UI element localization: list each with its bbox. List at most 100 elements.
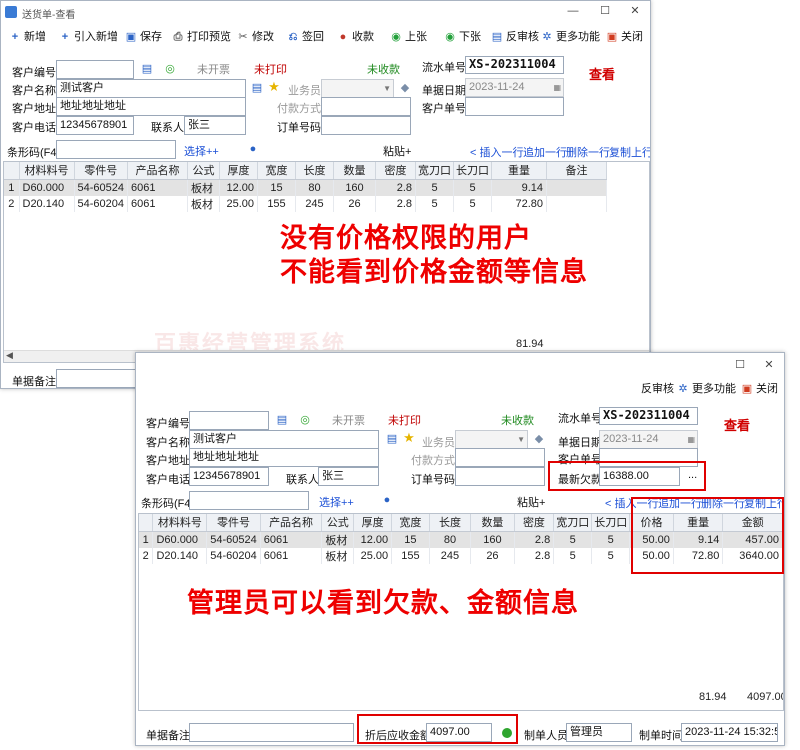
customer-doc-input[interactable] <box>465 97 564 116</box>
table-cell[interactable]: 54-60204 <box>206 547 261 564</box>
table-cell[interactable]: 80 <box>429 531 472 548</box>
sign-back-button[interactable]: ⎌ 签回 <box>287 28 324 46</box>
select-link[interactable]: 选择++ <box>319 494 354 510</box>
table-cell[interactable]: 6061 <box>260 531 323 548</box>
order-no-input[interactable] <box>321 116 411 135</box>
table-cell[interactable]: 9.14 <box>491 179 547 196</box>
table-cell[interactable]: 5 <box>415 179 454 196</box>
copy-up-link[interactable]: 复制上行 <box>609 144 650 160</box>
collect-button[interactable]: ● 收款 <box>337 28 374 46</box>
table-cell[interactable]: 6061 <box>260 547 323 564</box>
table-cell[interactable]: 15 <box>257 179 296 196</box>
doc-date-input[interactable]: 2023-11-24 ▦ <box>599 430 698 449</box>
next-button[interactable]: ◉ 下张 <box>444 28 481 46</box>
column-header[interactable]: 宽刀口 <box>415 162 454 180</box>
salesman-select[interactable]: ▼ <box>455 430 528 449</box>
prev-button[interactable]: ◉ 上张 <box>390 28 427 46</box>
globe-icon[interactable]: ● <box>246 142 260 156</box>
column-header[interactable]: 重量 <box>491 162 547 180</box>
column-header[interactable]: 零件号 <box>74 162 128 180</box>
search-icon[interactable]: ▤ <box>385 432 399 446</box>
table-cell[interactable]: D60.000 <box>152 531 208 548</box>
globe-icon[interactable]: ● <box>380 493 394 507</box>
column-header[interactable]: 宽刀口 <box>553 514 593 532</box>
table-cell[interactable]: 12.00 <box>219 179 258 196</box>
table-cell[interactable]: 26 <box>470 547 515 564</box>
eraser-icon[interactable]: ◆ <box>398 81 412 95</box>
scroll-left-icon[interactable]: ◀ <box>6 350 13 361</box>
table-cell[interactable]: 6061 <box>127 195 188 212</box>
order-no-input[interactable] <box>455 467 545 486</box>
paste-link[interactable]: 粘贴+ <box>517 494 545 510</box>
table-cell[interactable]: 5 <box>591 531 631 548</box>
table-cell[interactable]: 5 <box>453 195 492 212</box>
search-icon[interactable]: ▤ <box>275 413 289 427</box>
table-cell[interactable]: 54-60524 <box>206 531 261 548</box>
table-cell[interactable]: 15 <box>391 531 430 548</box>
table-cell[interactable]: 5 <box>453 179 492 196</box>
unapprove-button[interactable]: ▤ 反审核 <box>491 28 539 46</box>
print-preview-button[interactable]: ⎙ 打印预览 <box>172 28 231 46</box>
star-icon[interactable]: ★ <box>402 431 416 445</box>
column-header[interactable]: 产品名称 <box>260 514 323 532</box>
table-cell[interactable]: 2.8 <box>514 547 555 564</box>
column-header[interactable]: 长度 <box>295 162 334 180</box>
table-cell[interactable]: 板材 <box>187 195 220 212</box>
close-button[interactable]: ▣ 关闭 <box>606 28 643 46</box>
table-cell[interactable]: 25.00 <box>219 195 258 212</box>
table-cell[interactable]: 160 <box>470 531 515 548</box>
paste-link[interactable]: 粘贴+ <box>383 143 411 159</box>
salesman-select[interactable]: ▼ <box>321 79 394 98</box>
close-button[interactable]: ▣ 关闭 <box>741 380 778 398</box>
insert-row-link[interactable]: < 插入一行 <box>470 144 523 160</box>
column-header[interactable]: 材料料号 <box>152 514 208 532</box>
column-header[interactable]: 宽度 <box>391 514 430 532</box>
column-header[interactable]: 零件号 <box>206 514 261 532</box>
table-cell[interactable]: D20.140 <box>152 547 208 564</box>
refresh-icon[interactable]: ◎ <box>298 413 312 427</box>
table-cell[interactable]: 2.8 <box>375 195 416 212</box>
contact-input[interactable]: 张三 <box>184 116 246 135</box>
table-cell[interactable]: 板材 <box>187 179 220 196</box>
barcode-input[interactable] <box>189 491 309 510</box>
search-icon[interactable]: ▤ <box>250 81 264 95</box>
column-header[interactable]: 密度 <box>514 514 555 532</box>
payment-input[interactable] <box>455 448 545 467</box>
table-cell[interactable]: 155 <box>391 547 430 564</box>
address-input[interactable]: 地址地址地址 <box>56 97 246 116</box>
table-cell[interactable]: 160 <box>333 179 376 196</box>
append-row-link[interactable]: 追加一行 <box>523 144 567 160</box>
column-header[interactable]: 数量 <box>470 514 515 532</box>
table-cell[interactable]: 5 <box>553 547 593 564</box>
column-header[interactable]: 密度 <box>375 162 416 180</box>
table-cell[interactable]: 26 <box>333 195 376 212</box>
column-header[interactable]: 公式 <box>187 162 220 180</box>
table-cell[interactable]: 5 <box>591 547 631 564</box>
column-header[interactable]: 长刀口 <box>591 514 631 532</box>
table-cell[interactable]: 155 <box>257 195 296 212</box>
column-header[interactable]: 厚度 <box>219 162 258 180</box>
select-link[interactable]: 选择++ <box>184 143 219 159</box>
table-row[interactable]: 2 D20.140 54-60204 6061 板材 25.00 155 245 26 2.8 5 5… <box>4 195 607 212</box>
column-header[interactable]: 产品名称 <box>127 162 188 180</box>
table-cell[interactable]: 245 <box>295 195 334 212</box>
table-cell[interactable]: 54-60524 <box>74 179 128 196</box>
serial-number-field[interactable]: XS-202311004 <box>465 56 564 74</box>
new-button[interactable]: + 新增 <box>9 28 46 46</box>
payment-input[interactable] <box>321 97 411 116</box>
customer-name-input[interactable]: 测试客户 <box>189 430 379 449</box>
barcode-input[interactable] <box>56 140 176 159</box>
column-header[interactable]: 厚度 <box>353 514 393 532</box>
maximize-button[interactable]: ☐ <box>593 3 617 19</box>
table-cell[interactable]: D60.000 <box>19 179 75 196</box>
table-cell[interactable]: 2.8 <box>375 179 416 196</box>
address-input[interactable]: 地址地址地址 <box>189 448 379 467</box>
search-icon[interactable]: ▤ <box>140 62 154 76</box>
refresh-icon[interactable]: ◎ <box>163 62 177 76</box>
table-cell[interactable] <box>546 195 607 212</box>
column-header[interactable]: 宽度 <box>257 162 296 180</box>
phone-input[interactable]: 12345678901 <box>189 467 269 486</box>
column-header[interactable]: 公式 <box>321 514 355 532</box>
table-cell[interactable]: 6061 <box>127 179 188 196</box>
table-cell[interactable]: 80 <box>295 179 334 196</box>
